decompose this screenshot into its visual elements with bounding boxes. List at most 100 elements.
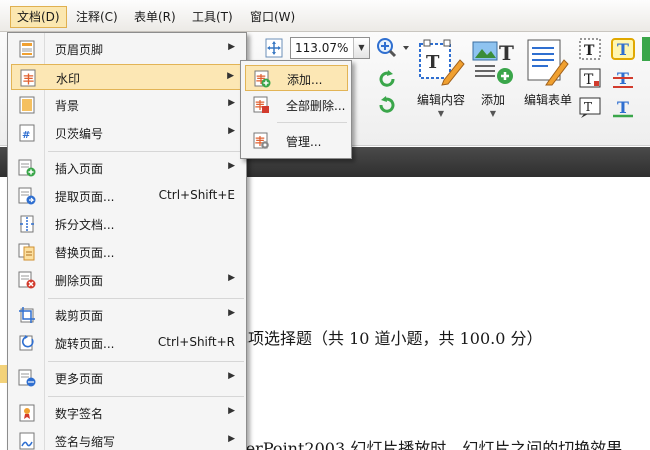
svg-text:丰: 丰 xyxy=(23,72,34,86)
chevron-right-icon: ▶ xyxy=(228,161,235,171)
delete-page-icon xyxy=(18,271,36,289)
document-text-line: 单项选择题（共 10 道小题，共 100.0 分） xyxy=(232,329,543,348)
menu-item-background[interactable]: 背景 ▶ xyxy=(11,92,243,118)
menu-item-extract-page[interactable]: 提取页面... Ctrl+Shift+E xyxy=(11,183,243,209)
menu-item-rotate-page[interactable]: 旋转页面... Ctrl+Shift+R xyxy=(11,330,243,356)
chevron-right-icon: ▶ xyxy=(228,308,235,318)
text-box-icon[interactable]: T xyxy=(578,66,602,90)
menu-item-insert-page[interactable]: 插入页面 ▶ xyxy=(11,155,243,181)
menu-separator xyxy=(48,151,244,152)
sign-initials-icon xyxy=(19,432,35,450)
menu-tools[interactable]: 工具(T) xyxy=(186,6,239,28)
menu-item-label: 替换页面... xyxy=(55,246,115,260)
chevron-right-icon: ▶ xyxy=(228,98,235,108)
svg-text:T: T xyxy=(617,40,629,59)
partial-icon xyxy=(642,37,650,61)
add-image-text-icon: T xyxy=(472,41,514,84)
menu-item-watermark-add[interactable]: 丰 添加... xyxy=(245,65,348,91)
svg-text:T: T xyxy=(426,52,440,73)
svg-text:#: # xyxy=(22,130,30,141)
menu-item-label: 提取页面... xyxy=(55,190,115,204)
menu-item-label: 裁剪页面 xyxy=(55,309,104,323)
chevron-right-icon: ▶ xyxy=(227,71,234,81)
menu-window[interactable]: 窗口(W) xyxy=(244,6,301,28)
edit-content-icon: T xyxy=(419,39,465,86)
rotate-left-icon[interactable] xyxy=(376,68,398,90)
menu-item-watermark[interactable]: 丰 水印 ▶ xyxy=(11,64,243,90)
watermark-add-icon: 丰 xyxy=(254,70,271,88)
svg-text:T: T xyxy=(584,43,595,59)
chevron-right-icon: ▶ xyxy=(228,371,235,381)
digital-signature-icon xyxy=(19,404,35,422)
menu-item-label: 管理... xyxy=(286,135,322,149)
rotate-page-icon xyxy=(19,335,34,351)
menu-item-watermark-delete-all[interactable]: 丰 全部删除... xyxy=(245,92,348,118)
svg-text:T: T xyxy=(584,100,592,114)
menu-item-bates-number[interactable]: # 贝茨编号 ▶ xyxy=(11,120,243,146)
watermark-submenu: 丰 添加... 丰 全部删除... 丰 管理... xyxy=(240,60,352,159)
chevron-right-icon: ▶ xyxy=(228,434,235,444)
typewriter-icon[interactable]: T xyxy=(610,37,636,61)
more-pages-icon xyxy=(18,369,36,387)
shortcut-label: Ctrl+Shift+E xyxy=(158,188,235,202)
edit-content-button[interactable]: T 编辑内容 ▼ xyxy=(412,36,470,118)
menu-item-label: 贝茨编号 xyxy=(55,127,104,141)
bates-number-icon: # xyxy=(19,124,35,142)
insert-page-icon xyxy=(18,159,36,177)
menu-item-replace-page[interactable]: 替换页面... xyxy=(11,239,243,265)
watermark-icon: 丰 xyxy=(20,69,36,87)
svg-text:T: T xyxy=(499,41,514,65)
ocr-text-icon[interactable]: T xyxy=(578,37,602,61)
menubar: 文档(D) 注释(C) 表单(R) 工具(T) 窗口(W) xyxy=(0,0,650,32)
menu-item-label: 水印 xyxy=(56,72,81,86)
menu-item-watermark-manage[interactable]: 丰 管理... xyxy=(245,128,348,154)
zoom-in-icon[interactable] xyxy=(376,37,410,59)
chevron-down-icon[interactable]: ▼ xyxy=(353,38,369,58)
chevron-down-icon: ▼ xyxy=(489,109,497,118)
menu-separator xyxy=(277,122,347,123)
menu-item-header-footer[interactable]: 页眉页脚 ▶ xyxy=(11,36,243,62)
svg-text:T: T xyxy=(584,72,594,88)
split-document-icon xyxy=(20,215,34,233)
menu-item-label: 拆分文档... xyxy=(55,218,115,232)
menu-item-split-document[interactable]: 拆分文档... xyxy=(11,211,243,237)
chevron-right-icon: ▶ xyxy=(228,126,235,136)
menu-comment[interactable]: 注释(C) xyxy=(70,6,124,28)
menu-item-label: 更多页面 xyxy=(55,372,104,386)
add-button[interactable]: T 添加 ▼ xyxy=(470,36,516,118)
menu-item-sign-initials[interactable]: 签名与缩写 ▶ xyxy=(11,428,243,450)
menu-item-label: 数字签名 xyxy=(55,407,104,421)
menu-item-more-pages[interactable]: 更多页面 ▶ xyxy=(11,365,243,391)
header-footer-icon xyxy=(19,40,35,58)
watermark-manage-icon: 丰 xyxy=(253,132,269,149)
chevron-right-icon: ▶ xyxy=(228,42,235,52)
menu-form[interactable]: 表单(R) xyxy=(128,6,182,28)
edit-form-button[interactable]: 编辑表单 xyxy=(520,36,576,116)
chevron-right-icon: ▶ xyxy=(228,273,235,283)
menu-item-label: 添加... xyxy=(287,73,323,87)
menu-item-label: 插入页面 xyxy=(55,162,104,176)
edit-content-label: 编辑内容 xyxy=(416,93,465,107)
edit-form-label: 编辑表单 xyxy=(523,93,572,107)
menu-item-digital-signature[interactable]: 数字签名 ▶ xyxy=(11,400,243,426)
fit-page-icon[interactable] xyxy=(264,37,284,59)
replace-page-icon xyxy=(18,243,35,261)
underline-text-icon[interactable]: T xyxy=(610,95,636,119)
watermark-delete-icon: 丰 xyxy=(253,96,269,113)
menu-item-delete-page[interactable]: 删除页面 ▶ xyxy=(11,267,243,293)
document-menu: 页眉页脚 ▶ 丰 水印 ▶ 背景 ▶ # 贝茨编号 ▶ 插入页面 ▶ 提取页面.… xyxy=(7,32,247,450)
rotate-right-icon[interactable] xyxy=(376,94,398,116)
shortcut-label: Ctrl+Shift+R xyxy=(157,335,235,349)
zoom-level-combo[interactable]: 113.07% ▼ xyxy=(290,37,370,59)
menu-item-label: 签名与缩写 xyxy=(55,435,116,449)
strikethrough-text-icon[interactable]: T xyxy=(610,66,636,90)
menu-item-crop-page[interactable]: 裁剪页面 ▶ xyxy=(11,302,243,328)
chevron-down-icon: ▼ xyxy=(437,109,445,118)
background-icon xyxy=(19,96,35,114)
document-text-line: werPoint2003 幻灯片播放时，幻灯片之间的切换效果 xyxy=(232,439,623,450)
menu-item-label: 背景 xyxy=(55,99,80,113)
add-label: 添加 xyxy=(480,93,505,107)
callout-icon[interactable]: T xyxy=(578,95,602,119)
chevron-right-icon: ▶ xyxy=(228,406,235,416)
menu-document[interactable]: 文档(D) xyxy=(10,6,67,28)
